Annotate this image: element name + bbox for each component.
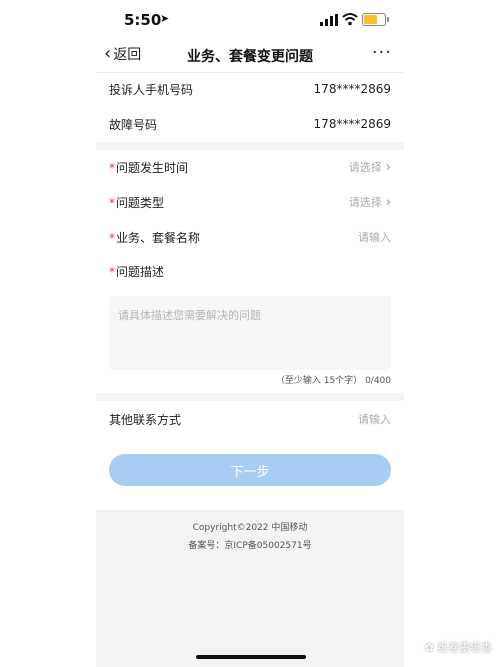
complaint-phone-row: 投诉人手机号码 178****2869: [109, 72, 391, 106]
section-divider: [96, 393, 404, 401]
other-contact-label: 其他联系方式: [109, 412, 182, 427]
issue-type-row[interactable]: *问题类型 请选择 ›: [109, 185, 391, 219]
issue-time-row[interactable]: *问题发生时间 请选择 ›: [109, 150, 391, 184]
icp-record-text: 备案号：京ICP备05002571号: [188, 541, 312, 551]
complaint-phone-value: 178****2869: [313, 82, 391, 96]
other-contact-row[interactable]: 其他联系方式 请输入: [109, 402, 391, 436]
other-contact-input[interactable]: 请输入: [358, 411, 391, 427]
business-name-input[interactable]: 请输入: [358, 229, 391, 245]
business-name-row[interactable]: *业务、套餐名称 请输入: [109, 220, 391, 254]
char-counter: （至少输入 15个字） 0/400: [276, 373, 391, 386]
page-footer: Copyright©2022 中国移动 备案号：京ICP备05002571号: [96, 510, 404, 667]
issue-desc-label: 问题描述: [116, 264, 165, 279]
issue-type-select[interactable]: 请选择: [349, 196, 382, 209]
issue-desc-textarea[interactable]: 请具体描述您需要解决的问题: [109, 296, 391, 370]
issue-desc-placeholder: 请具体描述您需要解决的问题: [118, 309, 261, 322]
wifi-icon: [342, 13, 358, 26]
issue-desc-row: *问题描述: [109, 254, 391, 288]
fault-number-value: 178****2869: [313, 117, 391, 131]
chevron-right-icon: ›: [385, 160, 391, 175]
battery-icon: [362, 13, 389, 26]
more-options-icon[interactable]: ···: [372, 42, 392, 63]
status-time: 5:50: [124, 11, 162, 29]
location-arrow-icon: ➤: [160, 12, 170, 25]
copyright-text: Copyright©2022 中国移动: [192, 523, 308, 533]
required-mark: *: [109, 230, 115, 245]
next-step-button[interactable]: 下一步: [109, 454, 391, 486]
nav-bar: ‹ 返回 业务、套餐变更问题 ···: [96, 38, 404, 73]
watermark-text: 纸卷墨纸香: [437, 641, 492, 654]
issue-time-select[interactable]: 请选择: [349, 161, 382, 174]
watermark-icon: ✿: [424, 640, 434, 654]
issue-type-label: 问题类型: [116, 195, 165, 210]
complaint-phone-label: 投诉人手机号码: [109, 82, 194, 97]
signal-bars-icon: [320, 14, 338, 26]
business-name-label: 业务、套餐名称: [116, 230, 201, 245]
status-bar: 5:50 ➤: [96, 0, 404, 38]
fault-number-label: 故障号码: [109, 117, 158, 132]
phone-screen: 5:50 ➤ ‹ 返回 业务、套餐变更问题 ··· 投诉人手机号码 178***…: [96, 0, 404, 667]
required-mark: *: [109, 160, 115, 175]
section-divider: [96, 142, 404, 150]
required-mark: *: [109, 264, 115, 279]
home-indicator[interactable]: [196, 655, 306, 659]
page-title: 业务、套餐变更问题: [187, 49, 313, 65]
char-counter-hint: （至少输入 15个字）: [275, 376, 363, 386]
fault-number-row: 故障号码 178****2869: [109, 107, 391, 141]
issue-time-label: 问题发生时间: [116, 160, 189, 175]
watermark: ✿ 纸卷墨纸香: [425, 639, 492, 655]
char-counter-value: 0/400: [365, 376, 391, 386]
chevron-right-icon: ›: [385, 195, 391, 210]
required-mark: *: [109, 195, 115, 210]
